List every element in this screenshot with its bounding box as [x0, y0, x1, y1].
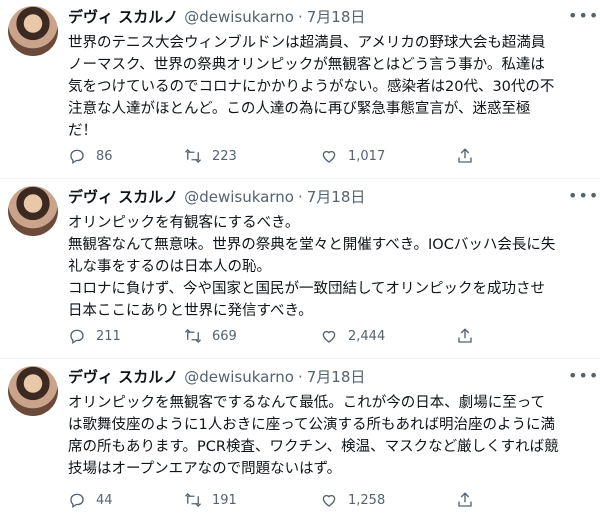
tweet-text: オリンピックを無観客でするなんて最低。これが今の日本、劇場に至って は歌舞伎座の…	[68, 392, 584, 480]
retweet-icon	[185, 149, 201, 163]
avatar[interactable]	[8, 6, 58, 56]
reply-button[interactable]: 44	[68, 491, 184, 509]
reply-count: 86	[96, 148, 113, 164]
retweet-count: 669	[212, 328, 237, 344]
retweet-count: 191	[212, 492, 237, 508]
separator: ·	[297, 368, 303, 386]
tweet-header: デヴィ スカルノ @dewisukarno · 7月18日	[68, 186, 365, 207]
like-count: 2,444	[348, 328, 386, 344]
reply-count: 44	[96, 492, 113, 508]
tweet-text-line: オリンピックを無観客でするなんて最低。これが今の日本、劇場に至って	[68, 395, 546, 411]
tweet-text-line: オリンピックを有観客にするべき。	[68, 215, 300, 231]
avatar[interactable]	[8, 366, 58, 416]
tweet-text-line: コロナに負けず、今や国家と国民が一致団結してオリンピックを成功させ	[68, 281, 546, 297]
display-name[interactable]: デヴィ スカルノ	[68, 186, 178, 207]
tweet[interactable]: デヴィ スカルノ @dewisukarno · 7月18日 ••• 世界のテニス…	[0, 0, 600, 178]
tweet-text: 世界のテニス大会ウィンブルドンは超満員、アメリカの野球大会も超満員 ノーマスク、…	[68, 32, 584, 142]
separator: ·	[297, 188, 303, 206]
separator: ·	[297, 8, 303, 26]
share-icon	[458, 492, 472, 507]
reply-button[interactable]: 86	[68, 147, 184, 165]
retweet-icon	[185, 329, 201, 343]
retweet-button[interactable]: 191	[184, 491, 320, 509]
tweet-text-line: 無観客なんて無意味。世界の祭典を堂々と開催すべき。IOCバッハ会長に失	[68, 237, 556, 253]
tweet[interactable]: デヴィ スカルノ @dewisukarno · 7月18日 ••• オリンピック…	[0, 180, 600, 358]
tweet-text-line: は歌舞伎座のように1人おきに座って公演する所もあれば明治座のように満	[68, 417, 555, 433]
tweet-text-line: 席の所もあります。PCR検査、ワクチン、検温、マスクなど厳しくすれば競	[68, 439, 559, 455]
heart-icon	[322, 494, 336, 507]
retweet-button[interactable]: 223	[184, 147, 320, 165]
tweet-actions: 44 191 1,258	[68, 491, 588, 509]
heart-icon	[322, 150, 336, 163]
tweet-text-line: ノーマスク、世界の祭典オリンピックが無観客とはどう言う事か。私達は	[68, 57, 545, 73]
share-button[interactable]	[456, 327, 496, 345]
display-name[interactable]: デヴィ スカルノ	[68, 366, 178, 387]
display-name[interactable]: デヴィ スカルノ	[68, 6, 178, 27]
share-button[interactable]	[456, 491, 496, 509]
more-icon[interactable]: •••	[568, 6, 599, 25]
tweet-text-line: 礼な事をするのは日本人の恥。	[68, 259, 271, 275]
tweet-text: オリンピックを有観客にするべき。 無観客なんて無意味。世界の祭典を堂々と開催すべ…	[68, 212, 584, 322]
like-count: 1,258	[348, 492, 386, 508]
tweet-text-line: 日本ここにありと世界に発信すべき。	[68, 303, 313, 319]
heart-icon	[322, 330, 336, 343]
like-button[interactable]: 1,258	[320, 491, 456, 509]
tweet-actions: 211 669 2,444	[68, 327, 588, 345]
tweet-text-line: 気をつけているのでコロナにかかりようがない。感染者は20代、30代の不	[68, 79, 555, 95]
like-count: 1,017	[348, 148, 386, 164]
share-icon	[458, 148, 472, 163]
reply-icon	[70, 149, 84, 165]
tweet-header: デヴィ スカルノ @dewisukarno · 7月18日	[68, 366, 365, 387]
tweet-text-line: 技場はオープンエアなので問題ないはず。	[68, 461, 342, 477]
tweet-text-line: 世界のテニス大会ウィンブルドンは超満員、アメリカの野球大会も超満員	[68, 35, 546, 51]
share-button[interactable]	[456, 147, 496, 165]
tweet-header: デヴィ スカルノ @dewisukarno · 7月18日	[68, 6, 365, 27]
retweet-button[interactable]: 669	[184, 327, 320, 345]
avatar[interactable]	[8, 186, 58, 236]
tweet-text-line: だ！	[68, 123, 97, 139]
tweet-date[interactable]: 7月18日	[307, 6, 366, 27]
tweet-actions: 86 223 1,017	[68, 147, 588, 165]
tweet-date[interactable]: 7月18日	[307, 186, 366, 207]
user-handle[interactable]: @dewisukarno	[184, 368, 294, 386]
share-icon	[458, 328, 472, 343]
divider	[0, 178, 600, 179]
retweet-count: 223	[212, 148, 237, 164]
reply-button[interactable]: 211	[68, 327, 184, 345]
tweet-text-line: 注意な人達がほとんど。この人達の為に再び緊急事態宣言が、迷惑至極	[68, 101, 531, 117]
user-handle[interactable]: @dewisukarno	[184, 8, 294, 26]
reply-icon	[70, 329, 84, 345]
divider	[0, 358, 600, 359]
more-icon[interactable]: •••	[568, 366, 599, 385]
tweet[interactable]: デヴィ スカルノ @dewisukarno · 7月18日 ••• オリンピック…	[0, 360, 600, 515]
reply-count: 211	[96, 328, 121, 344]
more-icon[interactable]: •••	[568, 186, 599, 205]
user-handle[interactable]: @dewisukarno	[184, 188, 294, 206]
like-button[interactable]: 2,444	[320, 327, 456, 345]
tweet-date[interactable]: 7月18日	[307, 366, 366, 387]
retweet-icon	[185, 493, 201, 507]
like-button[interactable]: 1,017	[320, 147, 456, 165]
reply-icon	[70, 493, 84, 509]
